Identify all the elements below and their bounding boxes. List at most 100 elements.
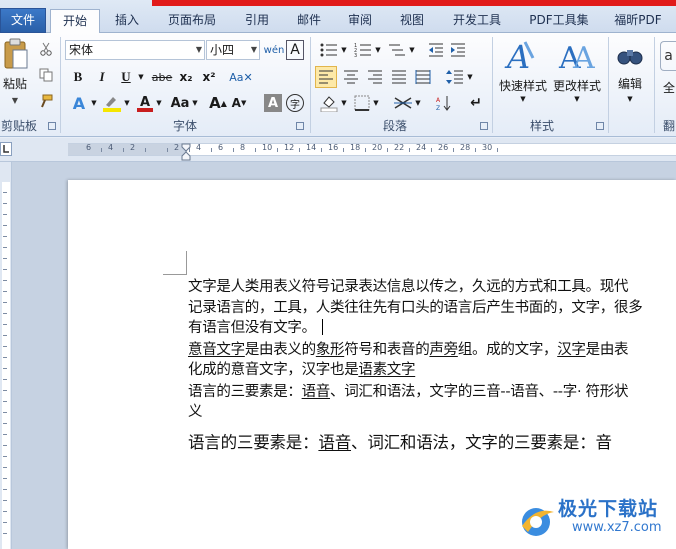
ruler-number: 8 bbox=[240, 143, 246, 152]
indent-marker-icon[interactable] bbox=[181, 143, 191, 161]
increase-indent-icon[interactable] bbox=[448, 41, 468, 59]
font-color-dropdown-icon[interactable]: ▼ bbox=[155, 93, 163, 113]
superscript-button[interactable]: x² bbox=[199, 67, 219, 87]
chinese-layout-dropdown-icon[interactable]: ▼ bbox=[414, 93, 422, 113]
underline-button[interactable]: U bbox=[116, 67, 136, 87]
numbering-dropdown-icon[interactable]: ▼ bbox=[374, 41, 382, 59]
highlight-dropdown-icon[interactable]: ▼ bbox=[123, 93, 131, 113]
doc-line-6[interactable]: 语言的三要素是：语音、词汇和语法，文字的三音--语音、--字· 符形状 bbox=[188, 382, 628, 402]
vertical-ruler-tick bbox=[3, 423, 7, 424]
format-painter-icon[interactable] bbox=[38, 93, 54, 109]
extra-group-label[interactable]: 全 bbox=[662, 79, 676, 95]
line-spacing-icon[interactable] bbox=[444, 66, 466, 88]
shading-icon[interactable] bbox=[318, 93, 340, 113]
doc-line-4[interactable]: 意音文字是由表义的象形符号和表音的声旁组。成的文字，汉字是由表 bbox=[188, 340, 629, 360]
paste-button-label[interactable]: 粘贴 bbox=[0, 75, 30, 91]
font-launcher-icon[interactable] bbox=[296, 122, 304, 130]
bullets-icon[interactable] bbox=[318, 41, 340, 59]
line-spacing-dropdown-icon[interactable]: ▼ bbox=[466, 66, 474, 88]
highlight-icon[interactable] bbox=[101, 93, 123, 113]
ruler-tick bbox=[277, 148, 278, 152]
chinese-layout-icon[interactable] bbox=[392, 93, 414, 113]
char-shading-icon[interactable]: A bbox=[264, 94, 282, 112]
subscript-button[interactable]: x₂ bbox=[176, 67, 196, 87]
ruler-tick bbox=[409, 148, 410, 152]
tab-file[interactable]: 文件 bbox=[0, 8, 46, 33]
tab-selector-icon[interactable] bbox=[0, 142, 12, 156]
quick-styles-dropdown-icon[interactable]: ▼ bbox=[518, 93, 528, 105]
paste-icon[interactable] bbox=[0, 37, 30, 73]
numbering-icon[interactable]: 123 bbox=[352, 41, 374, 59]
distributed-align-icon[interactable] bbox=[412, 66, 434, 88]
editing-button-label[interactable]: 编辑 bbox=[612, 75, 648, 91]
doc-line-3[interactable]: 有语言但没有文字。 bbox=[188, 318, 324, 338]
vertical-ruler-tick bbox=[3, 390, 7, 391]
borders-icon[interactable] bbox=[352, 93, 372, 113]
shrink-font-icon[interactable]: A ▼ bbox=[230, 93, 248, 113]
vertical-ruler[interactable] bbox=[0, 162, 12, 549]
justify-button[interactable] bbox=[388, 66, 410, 88]
grow-font-icon[interactable]: A ▲ bbox=[208, 93, 228, 113]
find-binoculars-icon[interactable] bbox=[614, 39, 646, 71]
underline-dropdown-icon[interactable]: ▼ bbox=[136, 67, 146, 87]
char-border-icon[interactable]: A bbox=[286, 40, 304, 60]
strikethrough-button[interactable]: abe bbox=[150, 67, 174, 87]
horizontal-ruler[interactable]: 6 4 2 2 4 6 8 10 12 14 16 18 20 22 24 26 28 30 bbox=[68, 143, 676, 156]
quick-styles-label[interactable]: 快速样式 bbox=[496, 77, 550, 93]
paragraph-launcher-icon[interactable] bbox=[480, 122, 488, 130]
paste-dropdown-icon[interactable]: ▼ bbox=[10, 95, 20, 105]
font-name-combo[interactable]: 宋体 ▼ bbox=[65, 40, 205, 60]
change-case-dropdown-icon[interactable]: ▼ bbox=[191, 93, 199, 113]
text-effects-icon[interactable]: A bbox=[68, 93, 90, 113]
borders-dropdown-icon[interactable]: ▼ bbox=[372, 93, 380, 113]
shading-dropdown-icon[interactable]: ▼ bbox=[340, 93, 348, 113]
change-case-button[interactable]: Aa bbox=[168, 93, 192, 113]
italic-button[interactable]: I bbox=[92, 67, 112, 87]
align-center-button[interactable] bbox=[340, 66, 362, 88]
bold-button[interactable]: B bbox=[68, 67, 88, 87]
clipboard-launcher-icon[interactable] bbox=[48, 122, 56, 130]
sort-icon[interactable]: AZ bbox=[434, 93, 454, 113]
tab-page-layout[interactable]: 页面布局 bbox=[155, 9, 229, 33]
decrease-indent-icon[interactable] bbox=[426, 41, 446, 59]
multilevel-dropdown-icon[interactable]: ▼ bbox=[408, 41, 416, 59]
tab-foxit-pdf[interactable]: 福昕PDF bbox=[605, 9, 671, 33]
doc-line-5[interactable]: 化成的意音文字，汉字也是语素文字 bbox=[188, 360, 416, 380]
change-styles-icon[interactable]: AA bbox=[556, 37, 596, 75]
show-marks-icon[interactable]: ↵ bbox=[466, 93, 486, 113]
tab-home[interactable]: 开始 bbox=[50, 9, 100, 34]
extra-group-icon[interactable]: a bbox=[660, 41, 676, 71]
doc-line-1[interactable]: 文字是人类用表义符号记录表达信息以传之，久远的方式和工具。现代 bbox=[188, 277, 629, 297]
tab-pdf-tools[interactable]: PDF工具集 bbox=[520, 9, 598, 33]
copy-icon[interactable] bbox=[38, 67, 54, 83]
change-styles-dropdown-icon[interactable]: ▼ bbox=[572, 93, 582, 105]
tab-insert[interactable]: 插入 bbox=[104, 9, 150, 33]
multilevel-list-icon[interactable] bbox=[386, 41, 408, 59]
vertical-ruler-tick bbox=[3, 511, 7, 512]
doc-line-2[interactable]: 记录语言的，工具，人类往往先有口头的语言后产生书面的，文字，很多 bbox=[188, 298, 643, 318]
tab-review[interactable]: 审阅 bbox=[337, 9, 383, 33]
quick-styles-icon[interactable]: A bbox=[502, 37, 542, 75]
cut-icon[interactable] bbox=[38, 41, 54, 57]
change-styles-label[interactable]: 更改样式 bbox=[550, 77, 604, 93]
tab-mailings[interactable]: 邮件 bbox=[286, 9, 332, 33]
clear-format-icon[interactable]: Aa✕ bbox=[229, 67, 252, 87]
phonetic-guide-icon[interactable]: wén bbox=[264, 40, 285, 60]
styles-launcher-icon[interactable] bbox=[596, 122, 604, 130]
ruler-number: 28 bbox=[460, 143, 471, 152]
text-effects-dropdown-icon[interactable]: ▼ bbox=[90, 93, 98, 113]
font-size-combo[interactable]: 小四 ▼ bbox=[206, 40, 260, 60]
tab-references[interactable]: 引用 bbox=[234, 9, 280, 33]
align-left-button[interactable] bbox=[315, 66, 337, 88]
font-color-icon[interactable]: A bbox=[135, 93, 155, 113]
doc-line-8[interactable]: 语言的三要素是：语音、词汇和语法，文字的三要素是：音 bbox=[188, 432, 612, 454]
ruler-tick bbox=[431, 148, 432, 152]
editing-dropdown-icon[interactable]: ▼ bbox=[625, 93, 635, 105]
doc-line-7[interactable]: 义 bbox=[188, 402, 203, 422]
enclose-char-icon[interactable]: 字 bbox=[286, 94, 304, 112]
bullets-dropdown-icon[interactable]: ▼ bbox=[340, 41, 348, 59]
align-right-button[interactable] bbox=[364, 66, 386, 88]
tab-view[interactable]: 视图 bbox=[389, 9, 435, 33]
link-text: 声旁 bbox=[429, 342, 458, 358]
tab-developer[interactable]: 开发工具 bbox=[440, 9, 514, 33]
